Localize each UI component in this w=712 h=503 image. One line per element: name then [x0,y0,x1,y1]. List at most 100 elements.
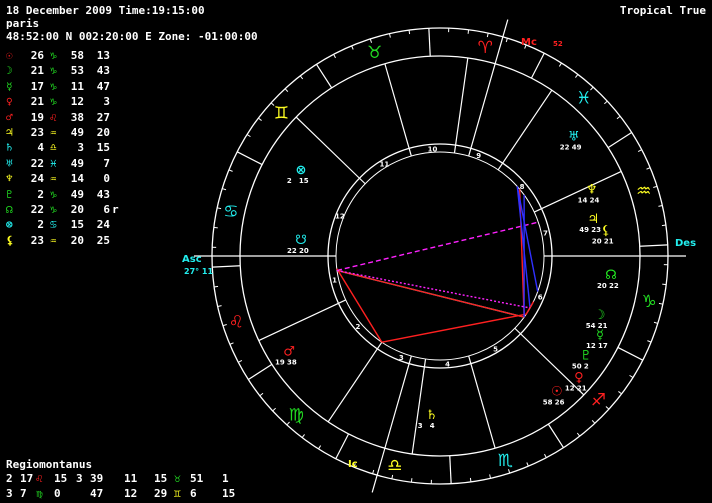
degree-tick [618,391,622,395]
mercury-chart-icon: ☿ [596,328,604,343]
degree-tick [222,188,227,191]
degree-tick [629,374,634,378]
degree-tick [246,134,251,138]
mc-label: Mc [521,37,537,48]
planet-chart-minute: 15 [299,177,309,185]
aspect-line [336,269,531,309]
house-number: 12 [335,213,345,221]
house-number: 2 [355,323,360,331]
sign-boundary [530,52,545,79]
planet-chart-degree: 19 [275,358,285,366]
pisces-icon: ♓ [576,88,591,108]
sign-boundary [607,131,632,149]
planet-chart-degree: 22 [287,247,297,255]
degree-tick [408,30,411,35]
degree-tick [575,74,579,78]
degree-tick [222,323,227,327]
planet-chart-degree: 20 [592,238,602,246]
degree-tick [272,407,276,412]
house-cusp [258,299,346,342]
degree-tick [544,453,547,458]
house-cusp [534,170,622,213]
house-number: 1 [332,276,337,284]
saturn-chart-icon: ♄ [426,408,438,423]
degree-tick [228,169,233,172]
planet-chart-degree: 49 [579,226,589,234]
planet-chart-minute: 38 [287,358,297,366]
house-number: 9 [476,152,481,160]
planet-chart-minute: 21 [577,385,587,393]
planet-chart-degree: 22 [560,144,570,152]
house-cusp [453,57,469,154]
sagittarius-icon: ♐ [591,391,606,411]
planet-chart-minute: 4 [430,422,435,430]
house-cusp [411,358,427,455]
planet-chart-minute: 2 [584,362,589,370]
house-cusp [497,89,553,171]
degree-tick [369,38,373,43]
degree-tick [213,226,218,229]
degree-tick [388,33,391,38]
degree-tick [284,88,289,92]
house-number: 4 [445,361,450,369]
sign-boundary [236,151,263,166]
degree-tick [217,207,222,210]
degree-tick [661,224,666,227]
pluto-chart-icon: ♇ [580,348,592,363]
venus-chart-icon: ♀ [574,371,584,386]
fortune-chart-icon: ⊗ [295,163,306,178]
sign-boundary [315,64,333,89]
uranus-chart-icon: ♅ [568,130,580,145]
degree-tick [658,302,663,305]
degree-tick [637,149,642,152]
node-chart-icon: ☊ [605,268,617,283]
aquarius-icon: ♒ [636,182,651,202]
capricorn-icon: ♑ [642,292,657,312]
south-node-chart-icon: ☋ [295,233,307,248]
sign-boundary [639,244,668,247]
planet-chart-minute: 23 [591,226,601,234]
cancer-icon: ♋ [223,202,238,222]
degree-tick [214,285,219,288]
sign-boundary [335,433,350,460]
house-number: 3 [399,354,404,362]
aspect-ring [335,151,545,361]
virgo-icon: ♍ [289,406,304,426]
house-cusp [468,355,496,449]
neptune-chart-icon: ♆ [586,182,598,197]
degree-tick [238,360,243,363]
degree-tick [647,340,652,343]
degree-tick [299,75,304,80]
sun-chart-icon: ☉ [551,384,563,399]
degree-tick [229,342,234,345]
leo-icon: ♌ [229,312,244,332]
degree-tick [658,204,663,207]
degree-tick [372,469,375,474]
degree-tick [351,45,354,50]
house-number: 8 [520,183,525,191]
degree-tick [217,305,222,308]
planet-chart-degree: 54 [586,322,596,330]
scorpio-icon: ♏ [498,451,513,471]
planet-chart-degree: 3 [418,422,423,430]
planet-chart-minute: 24 [590,196,600,204]
house-number: 11 [380,160,390,168]
des-label: Des [675,238,696,249]
jupiter-chart-icon: ♃ [587,212,599,227]
aries-icon: ♈ [478,38,493,58]
planet-chart-degree: 20 [597,282,607,290]
degree-tick [318,445,322,450]
planet-chart-minute: 17 [598,342,608,350]
degree-tick [605,406,610,410]
degree-tick [486,33,489,38]
planet-chart-minute: 21 [604,238,614,246]
degree-tick [301,434,305,438]
degree-tick [558,62,562,67]
gemini-icon: ♊ [274,103,289,123]
degree-tick [467,29,470,34]
planet-chart-degree: 58 [543,398,553,406]
aspect-line [336,269,525,318]
degree-tick [646,167,651,170]
house-number: 7 [543,230,548,238]
sign-boundary [248,363,273,381]
